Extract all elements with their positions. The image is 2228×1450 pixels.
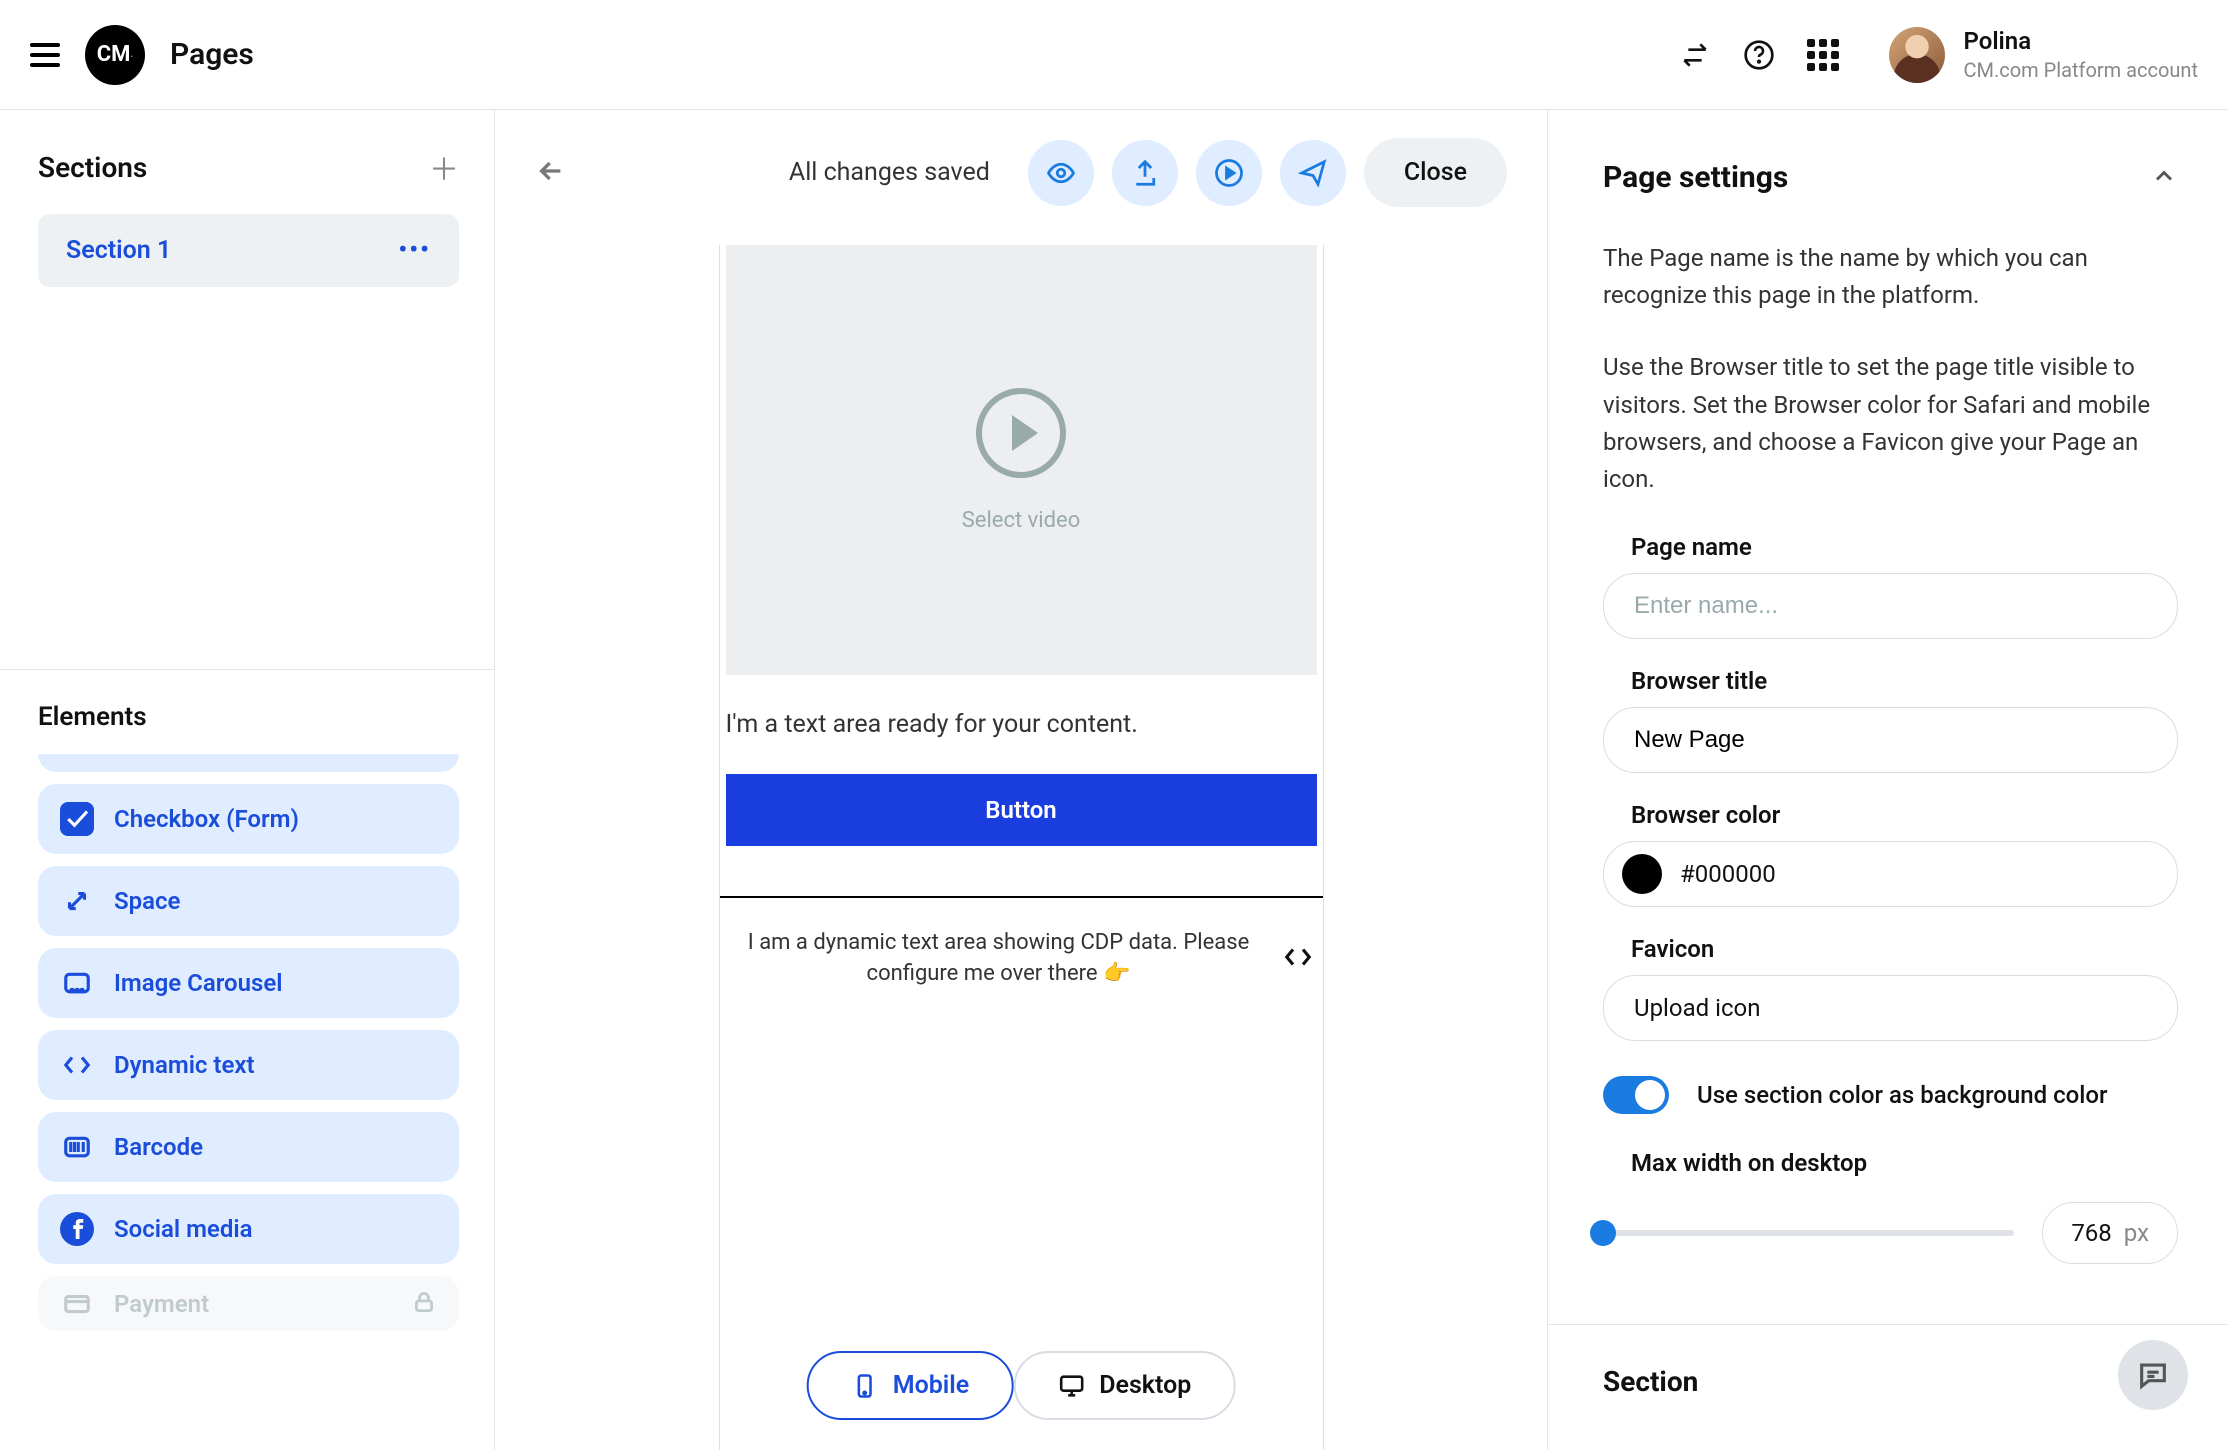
export-button[interactable] — [1112, 140, 1178, 206]
color-value: #000000 — [1680, 860, 1776, 888]
app-title: Pages — [170, 37, 254, 72]
element-checkbox-form[interactable]: Checkbox (Form) — [38, 784, 459, 854]
page-settings-heading: Page settings — [1603, 160, 1788, 195]
payment-icon — [60, 1287, 94, 1321]
preview-button[interactable] — [1028, 140, 1094, 206]
video-placeholder-label: Select video — [962, 508, 1081, 533]
user-name: Polina — [1963, 26, 2198, 57]
element-payment: Payment — [38, 1276, 459, 1331]
close-button[interactable]: Close — [1364, 138, 1507, 207]
section-item[interactable]: Section 1 ••• — [38, 214, 459, 287]
element-label: Dynamic text — [114, 1051, 255, 1079]
section-heading: Section — [1603, 1365, 2178, 1398]
settings-panel: Page settings The Page name is the name … — [1548, 110, 2228, 1450]
video-placeholder[interactable]: Select video — [726, 245, 1317, 675]
favicon-upload-button[interactable]: Upload icon — [1603, 975, 2178, 1041]
hamburger-menu-icon[interactable] — [30, 43, 60, 67]
help-icon[interactable] — [1741, 37, 1777, 73]
dynamic-text-content: I am a dynamic text area showing CDP dat… — [730, 928, 1268, 990]
canvas-button[interactable]: Button — [726, 774, 1317, 846]
swap-icon[interactable] — [1677, 37, 1713, 73]
element-label: Space — [114, 887, 180, 915]
dynamic-text-icon — [60, 1048, 94, 1082]
element-space[interactable]: Space — [38, 866, 459, 936]
carousel-icon — [60, 966, 94, 1000]
send-button[interactable] — [1280, 140, 1346, 206]
viewport-mobile-button[interactable]: Mobile — [807, 1351, 1014, 1420]
browser-color-label: Browser color — [1603, 801, 2178, 829]
settings-desc-2: Use the Browser title to set the page ti… — [1603, 349, 2178, 498]
apps-grid-icon[interactable] — [1805, 37, 1841, 73]
element-dynamic-text[interactable]: Dynamic text — [38, 1030, 459, 1100]
avatar — [1889, 27, 1945, 83]
section-item-label: Section 1 — [66, 236, 171, 265]
user-menu[interactable]: Polina CM.com Platform account — [1889, 26, 2198, 83]
max-width-label: Max width on desktop — [1603, 1149, 2178, 1177]
max-width-value-box[interactable]: 768 px — [2042, 1202, 2178, 1264]
canvas-panel: All changes saved Close Select video I'm… — [495, 110, 1548, 1450]
more-icon[interactable]: ••• — [398, 236, 431, 265]
chat-fab[interactable] — [2118, 1340, 2188, 1410]
checkbox-icon — [60, 802, 94, 836]
viewport-toggle: Mobile Desktop — [807, 1351, 1236, 1420]
viewport-desktop-button[interactable]: Desktop — [1013, 1351, 1235, 1420]
barcode-icon — [60, 1130, 94, 1164]
element-label: Payment — [114, 1290, 209, 1318]
play-icon — [976, 388, 1066, 478]
user-account: CM.com Platform account — [1963, 57, 2198, 83]
lock-icon — [411, 1289, 437, 1319]
element-barcode[interactable]: Barcode — [38, 1112, 459, 1182]
viewport-label: Mobile — [893, 1371, 970, 1400]
app-header: CM. Pages Polina CM.com Platform account — [0, 0, 2228, 110]
element-label: Social media — [114, 1215, 252, 1243]
play-button[interactable] — [1196, 140, 1262, 206]
collapse-icon[interactable] — [2150, 162, 2178, 194]
back-button[interactable] — [535, 155, 571, 191]
sections-heading: Sections — [38, 151, 147, 184]
slider-thumb[interactable] — [1590, 1220, 1616, 1246]
max-width-unit: px — [2124, 1219, 2149, 1247]
browser-title-input[interactable] — [1603, 707, 2178, 773]
color-swatch — [1622, 854, 1662, 894]
settings-desc-1: The Page name is the name by which you c… — [1603, 240, 2178, 314]
left-panel: Sections ＋ Section 1 ••• Elements Checkb… — [0, 110, 495, 1450]
browser-color-input[interactable]: #000000 — [1603, 841, 2178, 907]
save-status: All changes saved — [789, 158, 990, 187]
max-width-value: 768 — [2071, 1219, 2111, 1247]
page-name-input[interactable] — [1603, 573, 2178, 639]
element-label: Barcode — [114, 1133, 203, 1161]
background-color-toggle[interactable] — [1603, 1076, 1669, 1114]
element-item-partial[interactable] — [38, 754, 459, 772]
social-icon — [60, 1212, 94, 1246]
cm-logo[interactable]: CM. — [85, 25, 145, 85]
add-section-button[interactable]: ＋ — [429, 145, 459, 189]
viewport-label: Desktop — [1099, 1371, 1191, 1400]
element-label: Checkbox (Form) — [114, 805, 299, 833]
mobile-icon — [851, 1372, 879, 1400]
element-image-carousel[interactable]: Image Carousel — [38, 948, 459, 1018]
toggle-label: Use section color as background color — [1697, 1081, 2107, 1109]
mobile-canvas: Select video I'm a text area ready for y… — [719, 245, 1324, 1450]
desktop-icon — [1057, 1372, 1085, 1400]
max-width-slider[interactable] — [1603, 1230, 2014, 1236]
text-block[interactable]: I'm a text area ready for your content. — [726, 675, 1317, 774]
code-icon — [1283, 942, 1313, 976]
browser-title-label: Browser title — [1603, 667, 2178, 695]
space-icon — [60, 884, 94, 918]
element-social-media[interactable]: Social media — [38, 1194, 459, 1264]
element-label: Image Carousel — [114, 969, 283, 997]
elements-heading: Elements — [38, 702, 459, 732]
dynamic-text-block[interactable]: I am a dynamic text area showing CDP dat… — [726, 898, 1317, 1020]
page-name-label: Page name — [1603, 533, 2178, 561]
favicon-label: Favicon — [1603, 935, 2178, 963]
